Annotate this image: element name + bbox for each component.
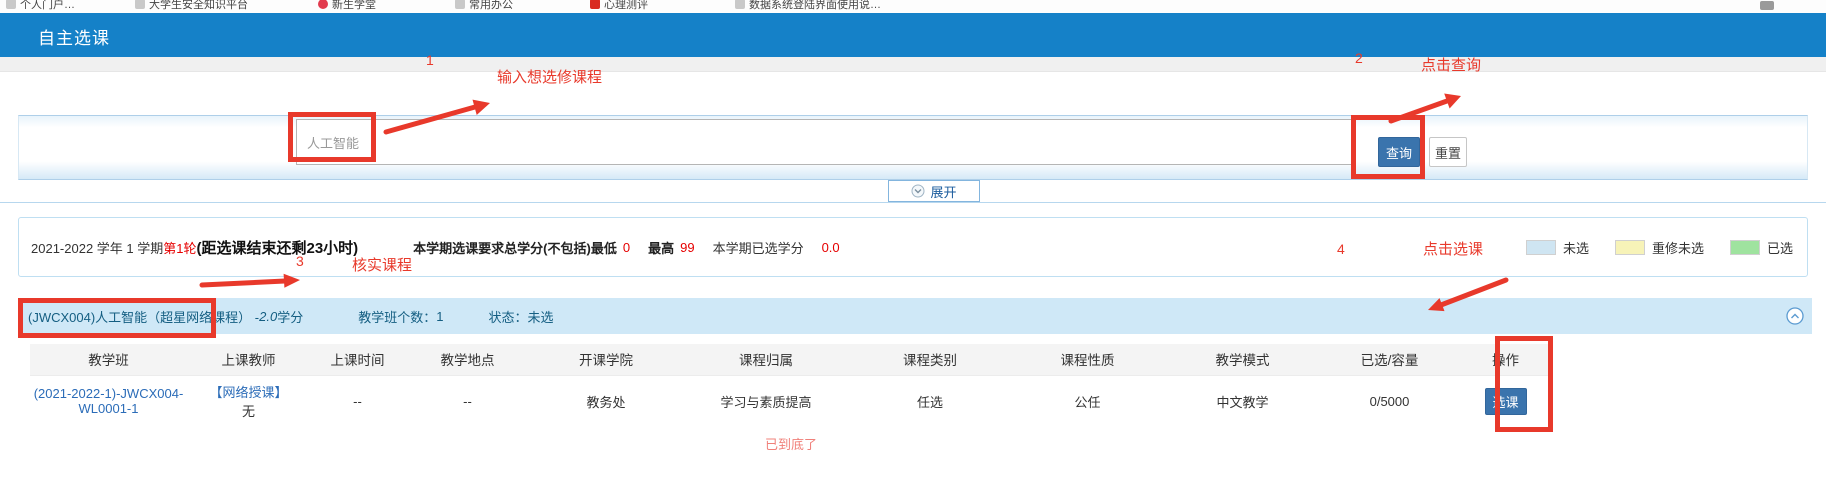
- credit-requirement-text: 本学期选课要求总学分(不包括)最低: [413, 238, 617, 257]
- teaching-class-table: 教学班 上课教师 上课时间 教学地点 开课学院 课程归属 课程类别 课程性质 教…: [30, 344, 1552, 427]
- highlight-rect-course: [18, 298, 216, 338]
- course-credit: 2.0: [259, 309, 277, 324]
- course-category: 任选: [850, 375, 1010, 427]
- course-credit-unit: 学分: [277, 307, 303, 326]
- browser-bookmarks-bar: 个人门户… 大学生安全知识平台 新生学堂 常用办公 心理测评 数据系统登陆界面使…: [0, 0, 1826, 13]
- chevron-down-icon: [911, 184, 925, 198]
- step-number-4: 4: [1337, 241, 1345, 257]
- selected-credit-label: 本学期已选学分: [713, 238, 804, 257]
- teaching-class-link[interactable]: (2021-2022-1)-JWCX004-WL0001-1: [34, 386, 184, 416]
- class-count-value: 1: [436, 309, 443, 324]
- teaching-mode: 中文教学: [1165, 375, 1320, 427]
- course-summary-band[interactable]: (JWCX004)人工智能（超星网络课程） - 2.0 学分 教学班个数： 1 …: [18, 298, 1812, 334]
- search-panel: 查询 重置: [18, 115, 1808, 180]
- col-header-mode: 教学模式: [1165, 344, 1320, 375]
- selected-capacity: 0/5000: [1320, 375, 1459, 427]
- teacher-name: 无: [187, 401, 310, 420]
- selected-credit-value: 0.0: [822, 240, 840, 255]
- min-credit-value: 0: [623, 240, 630, 255]
- max-credit-label: 最高: [648, 238, 674, 257]
- step-label-4: 点击选课: [1423, 238, 1483, 259]
- col-header-time: 上课时间: [310, 344, 405, 375]
- class-count-label: 教学班个数：: [358, 307, 436, 326]
- semester-info-bar: 2021-2022 学年 1 学期第1轮 (距选课结束还剩23小时) 本学期选课…: [18, 217, 1808, 277]
- list-end-note: 已到底了: [30, 434, 1552, 453]
- retake-swatch: [1615, 240, 1645, 255]
- reset-button[interactable]: 重置: [1429, 137, 1467, 167]
- table-header-row: 教学班 上课教师 上课时间 教学地点 开课学院 课程归属 课程类别 课程性质 教…: [30, 344, 1552, 375]
- bookmark-icon: [455, 0, 465, 9]
- step-label-2: 点击查询: [1421, 54, 1481, 75]
- course-status-value: 未选: [527, 307, 553, 326]
- page-header: 自主选课: [0, 13, 1826, 57]
- selected-swatch: [1730, 240, 1760, 255]
- col-header-capacity: 已选/容量: [1320, 344, 1459, 375]
- step-label-1: 输入想选修课程: [497, 66, 602, 87]
- term-text: 2021-2022 学年 1 学期: [31, 238, 163, 257]
- round-text: 第1轮: [163, 238, 196, 257]
- annotation-arrow-1: [378, 96, 503, 138]
- bookmark-item[interactable]: 常用办公: [455, 0, 513, 12]
- deadline-text: (距选课结束还剩23小时): [196, 237, 358, 258]
- teaching-mode-tag: 【网络授课】: [187, 382, 310, 401]
- bookmark-icon: [735, 0, 745, 9]
- class-time: --: [310, 375, 405, 427]
- bookmark-icon: [6, 0, 16, 9]
- class-place: --: [405, 375, 530, 427]
- bookmark-item[interactable]: 数据系统登陆界面使用说…: [735, 0, 881, 12]
- legend-unselected: 未选: [1526, 238, 1589, 257]
- step-number-2: 2: [1355, 50, 1363, 66]
- bookmark-item[interactable]: 心理测评: [590, 0, 648, 12]
- col-header-college: 开课学院: [530, 344, 682, 375]
- bookmark-overflow-icon[interactable]: [1760, 1, 1774, 10]
- annotation-arrow-4: [1418, 274, 1513, 316]
- course-selection-page: 个人门户… 大学生安全知识平台 新生学堂 常用办公 心理测评 数据系统登陆界面使…: [0, 0, 1826, 481]
- col-header-teacher: 上课教师: [187, 344, 310, 375]
- bookmark-icon: [135, 0, 145, 9]
- bookmark-item[interactable]: 大学生安全知识平台: [135, 0, 248, 12]
- col-header-place: 教学地点: [405, 344, 530, 375]
- col-header-category: 课程类别: [850, 344, 1010, 375]
- highlight-rect-query: [1351, 115, 1425, 179]
- legend-retake: 重修未选: [1615, 238, 1704, 257]
- bookmark-item[interactable]: 个人门户…: [6, 0, 75, 12]
- highlight-rect-action: [1495, 336, 1553, 432]
- chevron-up-icon[interactable]: [1786, 307, 1804, 325]
- semester-info-text: 2021-2022 学年 1 学期第1轮 (距选课结束还剩23小时) 本学期选课…: [31, 218, 840, 276]
- table-row: (2021-2022-1)-JWCX004-WL0001-1 【网络授课】 无 …: [30, 375, 1552, 427]
- legend-selected: 已选: [1730, 238, 1793, 257]
- course-nature: 公任: [1010, 375, 1165, 427]
- col-header-class: 教学班: [30, 344, 187, 375]
- col-header-nature: 课程性质: [1010, 344, 1165, 375]
- step-label-3: 核实课程: [352, 254, 412, 275]
- highlight-rect-input: [288, 112, 376, 162]
- col-header-belong: 课程归属: [682, 344, 850, 375]
- expand-label: 展开: [930, 182, 956, 201]
- course-status-label: 状态：: [488, 307, 527, 326]
- step-number-1: 1: [426, 52, 434, 68]
- max-credit-value: 99: [680, 240, 694, 255]
- status-legend: 未选 重修未选 已选: [1526, 218, 1793, 276]
- course-belong: 学习与素质提高: [682, 375, 850, 427]
- page-title: 自主选课: [38, 24, 110, 49]
- step-number-3: 3: [296, 253, 304, 269]
- bookmark-icon: [590, 0, 600, 9]
- class-college: 教务处: [530, 375, 682, 427]
- bookmark-icon: [318, 0, 328, 9]
- bookmark-item[interactable]: 新生学堂: [318, 0, 376, 12]
- sub-header-strip: [0, 57, 1826, 72]
- divider-line: [0, 202, 1826, 203]
- expand-toggle[interactable]: 展开: [888, 180, 980, 202]
- annotation-arrow-3: [196, 271, 308, 293]
- unselected-swatch: [1526, 240, 1556, 255]
